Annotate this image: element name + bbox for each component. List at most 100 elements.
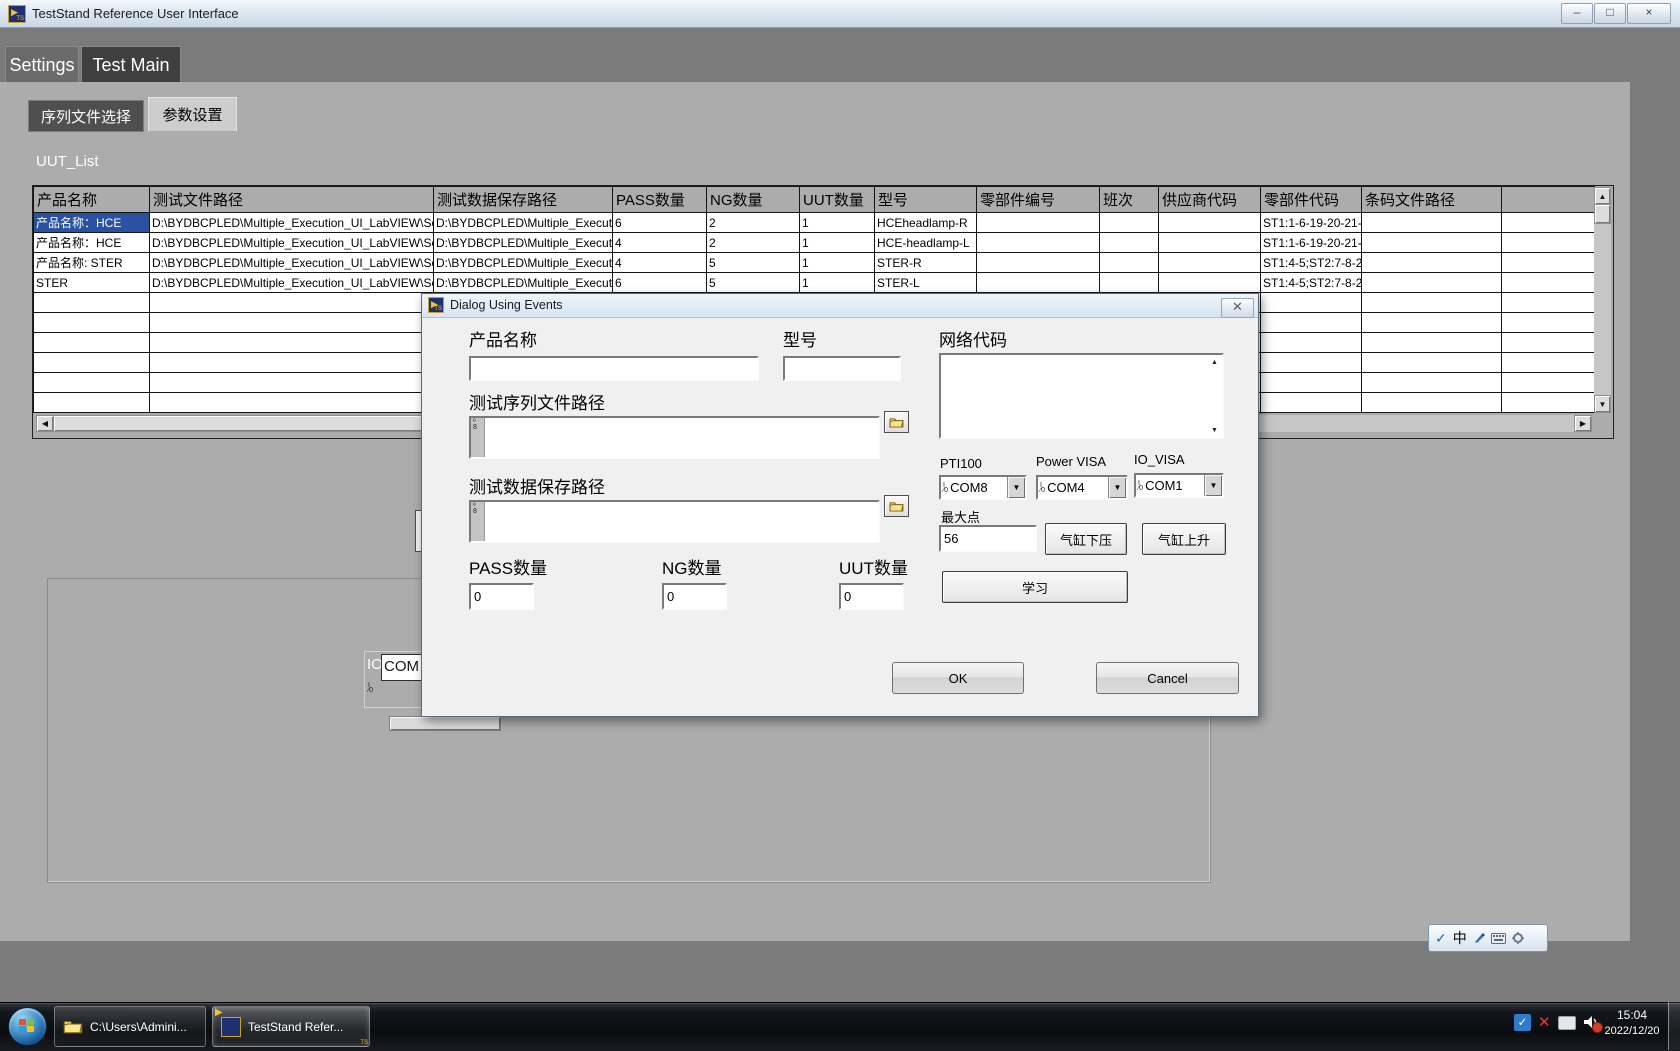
data-path-browse-button[interactable] — [884, 495, 909, 517]
table-cell[interactable] — [1261, 333, 1362, 353]
table-cell[interactable] — [1362, 333, 1502, 353]
table-cell[interactable] — [977, 233, 1100, 253]
table-cell[interactable]: D:\BYDBCPLED\Multiple_Execut — [434, 233, 613, 253]
ime-gear-icon[interactable] — [1512, 932, 1524, 944]
cancel-button[interactable]: Cancel — [1096, 662, 1239, 694]
table-cell[interactable]: HCEheadlamp-R — [875, 213, 977, 233]
table-cell[interactable]: 产品名称：HCE — [34, 213, 150, 233]
table-cell[interactable] — [150, 373, 434, 393]
table-cell[interactable]: STER-R — [875, 253, 977, 273]
table-cell[interactable]: D:\BYDBCPLED\Multiple_Execution_UI_LabVI… — [150, 233, 434, 253]
table-cell[interactable]: D:\BYDBCPLED\Multiple_Execution_UI_LabVI… — [150, 213, 434, 233]
dropdown-arrow-icon[interactable]: ▼ — [1108, 477, 1126, 498]
table-cell[interactable] — [1261, 393, 1362, 413]
max-point-field[interactable] — [939, 525, 1037, 552]
table-cell[interactable] — [1362, 373, 1502, 393]
learn-button[interactable]: 学习 — [942, 571, 1128, 603]
table-cell[interactable]: 4 — [613, 233, 707, 253]
dialog-close-icon[interactable]: ✕ — [1221, 298, 1254, 318]
table-cell[interactable]: D:\BYDBCPLED\Multiple_Execut — [434, 273, 613, 293]
table-cell[interactable] — [1100, 213, 1159, 233]
tab-test-main[interactable]: Test Main — [81, 46, 181, 83]
table-cell[interactable] — [1502, 273, 1595, 293]
table-cell[interactable] — [1100, 253, 1159, 273]
start-button[interactable] — [8, 1007, 47, 1046]
table-row[interactable]: STERD:\BYDBCPLED\Multiple_Execution_UI_L… — [34, 273, 1595, 293]
product-name-field[interactable] — [469, 356, 759, 381]
scroll-right-icon[interactable]: ▶ — [1574, 415, 1592, 432]
table-vertical-scrollbar[interactable]: ▲ ▼ — [1594, 187, 1611, 413]
ime-keyboard-icon[interactable] — [1491, 933, 1506, 944]
taskbar-button-explorer[interactable]: C:\Users\Admini... — [54, 1006, 206, 1047]
table-cell[interactable] — [1362, 213, 1502, 233]
close-button[interactable]: × — [1627, 3, 1671, 24]
table-cell[interactable]: 2 — [707, 213, 800, 233]
ime-language-bar[interactable]: ✓ 中 — [1428, 924, 1548, 952]
table-row[interactable]: 产品名称：HCED:\BYDBCPLED\Multiple_Execution_… — [34, 233, 1595, 253]
ime-check-icon[interactable]: ✓ — [1435, 930, 1447, 947]
table-cell[interactable] — [1502, 213, 1595, 233]
table-cell[interactable]: D:\BYDBCPLED\Multiple_Execut — [434, 253, 613, 273]
table-cell[interactable]: 5 — [707, 273, 800, 293]
table-cell[interactable] — [1502, 373, 1595, 393]
data-path-field[interactable]: º8 — [469, 500, 880, 543]
table-cell[interactable]: ST1:4-5;ST2:7-8-24 — [1261, 253, 1362, 273]
maximize-button[interactable]: □ — [1594, 3, 1626, 24]
table-cell[interactable] — [150, 393, 434, 413]
uut-count-field[interactable] — [839, 583, 904, 610]
table-cell[interactable] — [1362, 353, 1502, 373]
ng-count-field[interactable] — [662, 583, 727, 610]
ok-button[interactable]: OK — [892, 662, 1024, 694]
table-cell[interactable] — [34, 293, 150, 313]
table-cell[interactable] — [1261, 353, 1362, 373]
seq-path-field[interactable]: º8 — [469, 416, 880, 459]
io-visa-combo[interactable]: I∕0 COM1 ▼ — [1134, 473, 1224, 498]
table-cell[interactable]: 产品名称: STER — [34, 253, 150, 273]
table-cell[interactable] — [34, 333, 150, 353]
table-cell[interactable] — [977, 273, 1100, 293]
tab-sequence-file-select[interactable]: 序列文件选择 — [28, 100, 144, 132]
table-cell[interactable] — [34, 373, 150, 393]
table-cell[interactable] — [1159, 233, 1261, 253]
table-cell[interactable]: STER — [34, 273, 150, 293]
network-code-field[interactable]: ▲ ▼ — [939, 353, 1224, 439]
table-cell[interactable] — [1362, 233, 1502, 253]
ime-pen-icon[interactable] — [1473, 932, 1485, 944]
table-cell[interactable]: 1 — [800, 213, 875, 233]
pass-count-field[interactable] — [469, 583, 534, 610]
table-row[interactable]: 产品名称: STERD:\BYDBCPLED\Multiple_Executio… — [34, 253, 1595, 273]
table-cell[interactable]: 1 — [800, 233, 875, 253]
table-cell[interactable] — [1100, 273, 1159, 293]
table-cell[interactable] — [34, 313, 150, 333]
tab-parameter-settings[interactable]: 参数设置 — [148, 97, 237, 131]
cylinder-down-button[interactable]: 气缸下压 — [1045, 523, 1127, 555]
show-desktop-button[interactable] — [1668, 1002, 1680, 1050]
dropdown-arrow-icon[interactable]: ▼ — [1007, 477, 1025, 498]
table-cell[interactable]: 5 — [707, 253, 800, 273]
table-cell[interactable] — [1502, 293, 1595, 313]
table-cell[interactable] — [34, 393, 150, 413]
net-scroll-down-icon[interactable]: ▼ — [1208, 424, 1221, 436]
table-cell[interactable]: D:\BYDBCPLED\Multiple_Execution_UI_LabVI… — [150, 253, 434, 273]
table-cell[interactable]: 1 — [800, 273, 875, 293]
table-cell[interactable]: ST1:1-6-19-20-21- — [1261, 213, 1362, 233]
table-cell[interactable] — [1502, 313, 1595, 333]
table-cell[interactable] — [1502, 233, 1595, 253]
table-cell[interactable]: 1 — [800, 253, 875, 273]
scroll-left-icon[interactable]: ◀ — [36, 415, 54, 432]
table-cell[interactable]: ST1:1-6-19-20-21- — [1261, 233, 1362, 253]
table-cell[interactable] — [1100, 233, 1159, 253]
table-cell[interactable] — [1362, 273, 1502, 293]
table-cell[interactable] — [1159, 253, 1261, 273]
taskbar-clock[interactable]: 15:04 2022/12/20 — [1592, 1008, 1672, 1037]
table-cell[interactable] — [1362, 293, 1502, 313]
table-cell[interactable]: D:\BYDBCPLED\Multiple_Execut — [434, 213, 613, 233]
table-cell[interactable]: ST1:4-5;ST2:7-8-24 — [1261, 273, 1362, 293]
table-cell[interactable] — [150, 353, 434, 373]
tray-device-icon[interactable] — [1558, 1016, 1576, 1030]
pti100-combo[interactable]: I∕0 COM8 ▼ — [939, 475, 1027, 500]
table-cell[interactable] — [1502, 353, 1595, 373]
dropdown-arrow-icon[interactable]: ▼ — [1204, 475, 1222, 496]
table-cell[interactable] — [1502, 253, 1595, 273]
table-cell[interactable]: 2 — [707, 233, 800, 253]
